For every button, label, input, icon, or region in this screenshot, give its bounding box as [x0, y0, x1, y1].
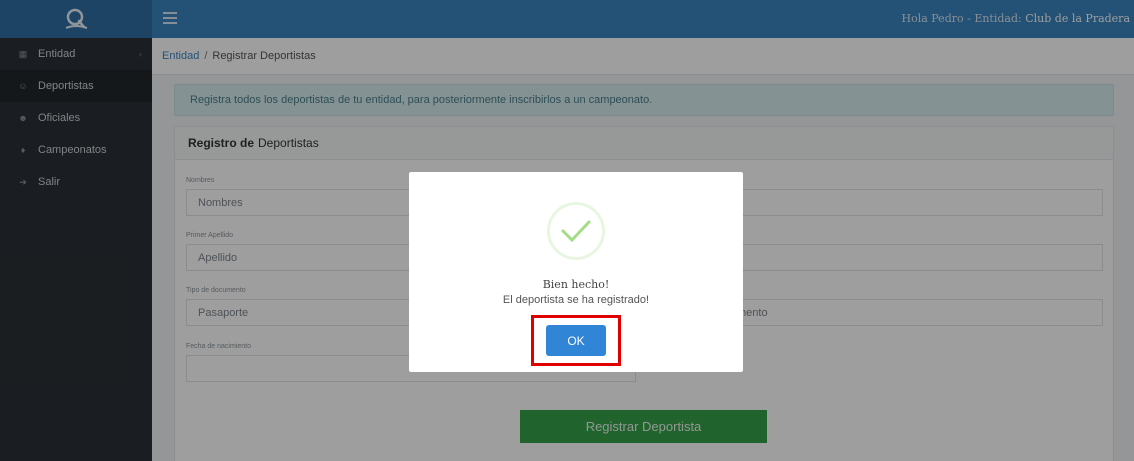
- success-modal: Bien hecho! El deportista se ha registra…: [409, 172, 743, 372]
- success-icon: [547, 202, 605, 260]
- checkmark-icon: [561, 220, 591, 243]
- ok-button[interactable]: OK: [546, 325, 606, 356]
- modal-title: Bien hecho!: [542, 278, 610, 291]
- modal-text: El deportista se ha registrado!: [502, 294, 650, 306]
